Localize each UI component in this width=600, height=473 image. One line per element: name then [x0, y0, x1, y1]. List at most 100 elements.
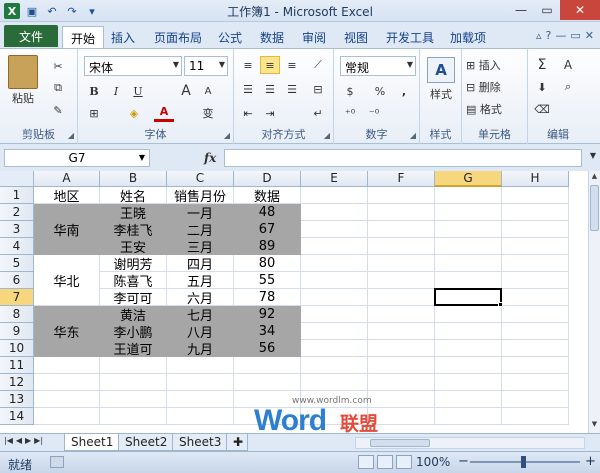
font-launcher-icon[interactable]: ◢ — [224, 131, 230, 140]
row-header-4[interactable]: 4 — [0, 238, 34, 255]
cell[interactable] — [435, 187, 502, 204]
tab-developer[interactable]: 开发工具 — [378, 26, 442, 48]
row-header-2[interactable]: 2 — [0, 204, 34, 221]
name-cell[interactable]: 李小鹏 — [100, 323, 167, 341]
doc-restore-icon[interactable]: ▭ — [570, 29, 580, 42]
doc-minimize-icon[interactable]: — — [555, 29, 566, 42]
cell[interactable] — [435, 221, 502, 238]
cell[interactable] — [234, 374, 301, 391]
month-cell[interactable]: 五月 — [167, 272, 234, 290]
align-top-icon[interactable]: ≡ — [238, 56, 258, 74]
grow-font-button[interactable]: A — [176, 82, 196, 100]
close-button[interactable]: ✕ — [560, 0, 600, 20]
cell[interactable] — [435, 357, 502, 374]
scroll-up-icon[interactable]: ▲ — [589, 172, 600, 184]
cell[interactable] — [435, 408, 502, 425]
paste-icon[interactable] — [8, 55, 38, 89]
cell[interactable] — [100, 374, 167, 391]
borders-icon[interactable]: ⊞ — [84, 104, 104, 122]
row-header-10[interactable]: 10 — [0, 340, 34, 357]
phonetic-button[interactable]: 变 — [198, 104, 218, 122]
value-cell[interactable]: 78 — [234, 289, 301, 306]
decrease-indent-icon[interactable]: ⇤ — [238, 104, 258, 122]
find-select-icon[interactable]: ⌕ — [558, 78, 578, 96]
column-header-f[interactable]: F — [368, 171, 435, 187]
header-cell[interactable]: 地区 — [34, 187, 100, 205]
month-cell[interactable]: 二月 — [167, 221, 234, 239]
active-cell-selection[interactable] — [434, 288, 502, 306]
zoom-level[interactable]: 100% — [416, 455, 450, 469]
cell[interactable] — [502, 272, 569, 289]
cell[interactable] — [502, 221, 569, 238]
row-header-14[interactable]: 14 — [0, 408, 34, 425]
value-cell[interactable]: 80 — [234, 255, 301, 272]
cell[interactable] — [100, 357, 167, 374]
insert-function-button[interactable]: fx — [204, 151, 216, 165]
cell[interactable] — [301, 306, 368, 323]
number-launcher-icon[interactable]: ◢ — [410, 131, 416, 140]
cell[interactable] — [100, 408, 167, 425]
paste-button[interactable]: 粘贴 — [6, 91, 40, 105]
row-header-6[interactable]: 6 — [0, 272, 34, 289]
zoom-in-button[interactable]: + — [585, 454, 596, 469]
expand-formula-icon[interactable]: ▼ — [590, 151, 596, 160]
month-cell[interactable]: 八月 — [167, 323, 234, 341]
cell[interactable] — [502, 187, 569, 204]
cell[interactable] — [301, 221, 368, 238]
bold-button[interactable]: B — [84, 82, 104, 100]
italic-button[interactable]: I — [106, 82, 126, 100]
column-header-g[interactable]: G — [435, 171, 502, 187]
font-size-select[interactable]: 11 ▼ — [184, 56, 228, 76]
cell[interactable] — [167, 408, 234, 425]
header-cell[interactable]: 数据 — [234, 187, 301, 205]
normal-view-icon[interactable] — [358, 455, 374, 469]
formula-input[interactable] — [224, 149, 582, 167]
name-cell[interactable]: 陈喜飞 — [100, 272, 167, 290]
cell[interactable] — [435, 323, 502, 340]
row-header-5[interactable]: 5 — [0, 255, 34, 272]
align-middle-icon[interactable]: ≡ — [260, 56, 280, 74]
doc-close-icon[interactable]: ✕ — [585, 29, 594, 42]
cell[interactable] — [368, 289, 435, 306]
cell[interactable] — [301, 374, 368, 391]
value-cell[interactable]: 34 — [234, 323, 301, 340]
cell[interactable] — [368, 187, 435, 204]
cell[interactable] — [368, 306, 435, 323]
cell[interactable] — [368, 221, 435, 238]
value-cell[interactable]: 92 — [234, 306, 301, 323]
sheet-tab-sheet3[interactable]: Sheet3 — [172, 434, 229, 451]
row-header-12[interactable]: 12 — [0, 374, 34, 391]
name-cell[interactable]: 王晓 — [100, 204, 167, 222]
cell[interactable] — [368, 374, 435, 391]
tab-home[interactable]: 开始 — [62, 26, 105, 48]
cell[interactable] — [301, 238, 368, 255]
currency-button[interactable]: $ — [340, 82, 360, 100]
sort-filter-button[interactable]: A — [558, 56, 578, 74]
cell[interactable] — [368, 238, 435, 255]
cell[interactable] — [502, 408, 569, 425]
next-sheet-icon[interactable]: ▶ — [25, 436, 31, 445]
underline-button[interactable]: U — [128, 82, 148, 100]
month-cell[interactable]: 四月 — [167, 255, 234, 273]
cell[interactable] — [167, 374, 234, 391]
cell[interactable] — [435, 306, 502, 323]
percent-button[interactable]: % — [370, 82, 390, 100]
region-cell[interactable]: 华北 — [34, 255, 100, 306]
region-cell[interactable]: 华东 — [34, 306, 100, 357]
name-cell[interactable]: 王道可 — [100, 340, 167, 358]
decrease-decimal-icon[interactable]: ⁻⁰ — [364, 104, 384, 122]
header-cell[interactable]: 销售月份 — [167, 187, 234, 205]
prev-sheet-icon[interactable]: ◀ — [16, 436, 22, 445]
row-header-13[interactable]: 13 — [0, 391, 34, 408]
month-cell[interactable]: 三月 — [167, 238, 234, 256]
cell[interactable] — [435, 340, 502, 357]
cell[interactable] — [301, 187, 368, 204]
header-cell[interactable]: 姓名 — [100, 187, 167, 205]
column-header-e[interactable]: E — [301, 171, 368, 187]
month-cell[interactable]: 七月 — [167, 306, 234, 324]
cell[interactable] — [502, 306, 569, 323]
minimize-ribbon-icon[interactable]: ▵ — [536, 29, 542, 42]
region-cell[interactable]: 华南 — [34, 204, 100, 255]
fill-icon[interactable]: ⬇ — [532, 78, 552, 96]
name-cell[interactable]: 王安 — [100, 238, 167, 256]
